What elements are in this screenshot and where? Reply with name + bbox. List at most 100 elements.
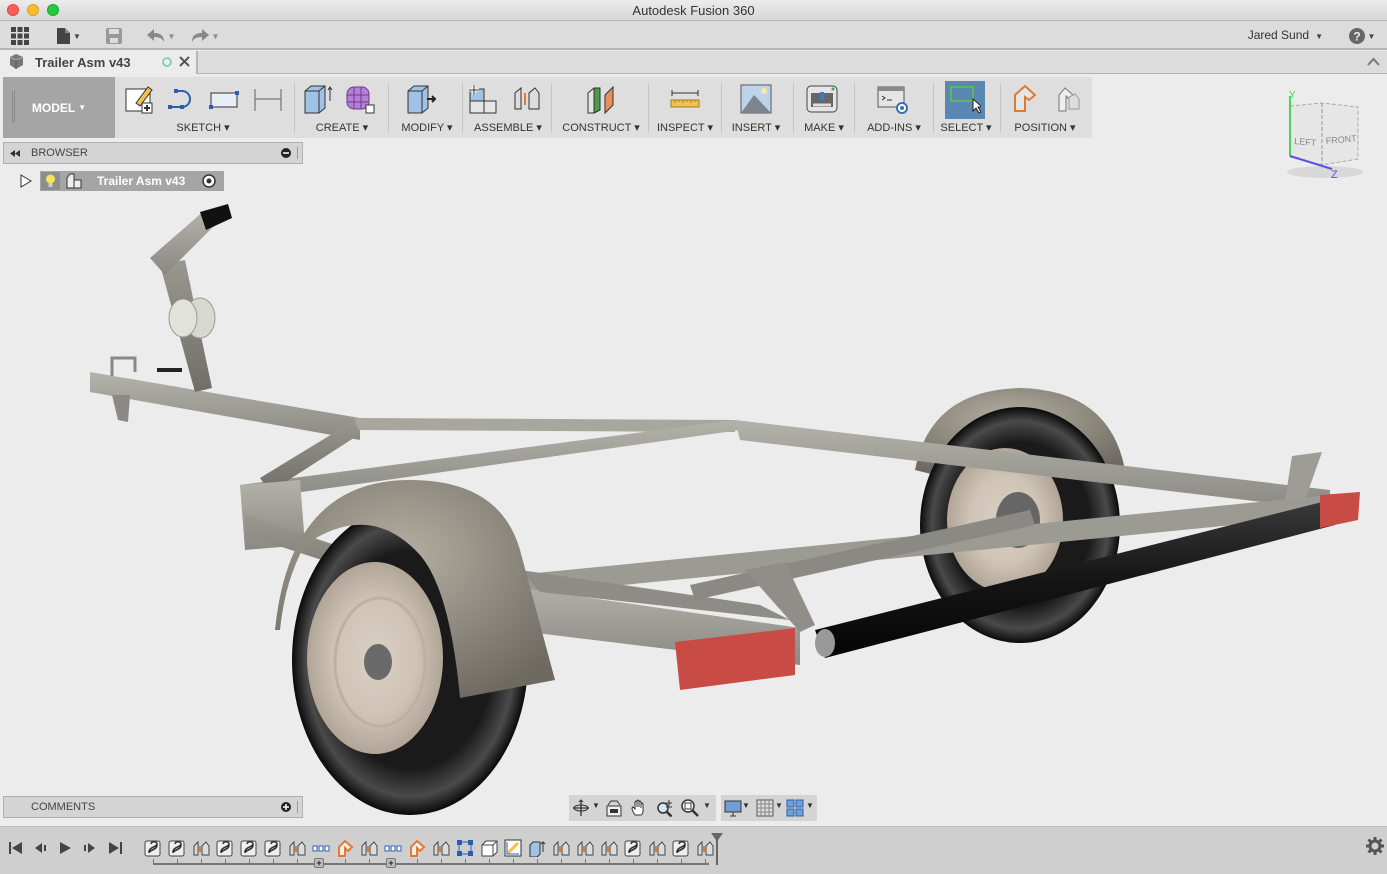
look-at-icon[interactable] — [605, 799, 623, 817]
close-icon[interactable] — [179, 56, 190, 67]
collapse-toolbar-icon[interactable] — [1367, 57, 1380, 66]
measure-icon[interactable] — [669, 83, 701, 115]
timeline-joint-icon[interactable] — [144, 839, 162, 857]
viewports-dropdown[interactable]: ▼ — [806, 801, 814, 810]
timeline-as-built-group-icon[interactable] — [312, 839, 330, 857]
capture-position-icon[interactable] — [1009, 83, 1041, 115]
go-to-start-icon[interactable] — [8, 840, 24, 856]
timeline-as-built-group-icon[interactable] — [384, 839, 402, 857]
rectangle-icon[interactable] — [208, 83, 240, 115]
collapse-panel-icon[interactable] — [10, 150, 20, 157]
timeline-rigid-group-icon[interactable] — [288, 839, 306, 857]
create-sketch-icon[interactable] — [124, 83, 156, 115]
make-menu[interactable]: MAKE ▾ — [796, 121, 852, 134]
timeline-joint-icon[interactable] — [624, 839, 642, 857]
timeline-joint-icon[interactable] — [216, 839, 234, 857]
sketch-menu[interactable]: SKETCH ▾ — [118, 121, 288, 134]
add-ins-menu[interactable]: ADD-INS ▾ — [857, 121, 931, 134]
toolbar-grip[interactable] — [12, 91, 15, 123]
timeline-box-icon[interactable] — [480, 839, 498, 857]
offset-plane-icon[interactable] — [585, 83, 617, 115]
step-forward-icon[interactable] — [82, 840, 98, 856]
data-panel-button[interactable] — [10, 25, 30, 47]
timeline-rigid-group-icon[interactable] — [432, 839, 450, 857]
panel-resize-grip[interactable] — [297, 801, 298, 813]
3d-print-icon[interactable] — [806, 83, 838, 115]
new-component-icon[interactable] — [467, 83, 499, 115]
play-icon[interactable] — [57, 840, 73, 856]
display-dropdown[interactable]: ▼ — [742, 801, 750, 810]
expand-triangle-icon[interactable] — [20, 174, 32, 188]
viewports-icon[interactable] — [786, 799, 804, 817]
form-icon[interactable] — [344, 83, 376, 115]
help-button[interactable]: ? ▼ — [1346, 25, 1378, 47]
press-pull-icon[interactable] — [405, 83, 437, 115]
insert-image-icon[interactable] — [740, 83, 772, 115]
timeline-joint-icon[interactable] — [264, 839, 282, 857]
timeline-rigid-group-icon[interactable] — [576, 839, 594, 857]
file-menu-button[interactable]: ▼ — [54, 25, 84, 47]
browser-panel-header[interactable]: BROWSER — [3, 142, 303, 164]
revert-position-icon[interactable] — [1051, 83, 1083, 115]
arc-icon[interactable] — [166, 83, 198, 115]
timeline-pattern-icon[interactable] — [456, 839, 474, 857]
document-tab[interactable]: Trailer Asm v43 — [0, 51, 198, 74]
undo-button[interactable]: ▼ — [145, 25, 177, 47]
create-menu[interactable]: CREATE ▾ — [298, 121, 386, 134]
extrude-icon[interactable] — [302, 83, 334, 115]
go-to-end-icon[interactable] — [107, 840, 123, 856]
display-settings-icon[interactable] — [724, 799, 742, 817]
user-account-menu[interactable]: Jared Sund ▼ — [1248, 28, 1323, 42]
expand-group-button[interactable]: + — [386, 858, 396, 868]
joint-icon[interactable] — [511, 83, 543, 115]
zoom-icon[interactable] — [656, 799, 674, 817]
visibility-toggle[interactable] — [41, 172, 60, 190]
zoom-dropdown[interactable]: ▼ — [703, 801, 711, 810]
grid-dropdown[interactable]: ▼ — [775, 801, 783, 810]
3d-viewport[interactable] — [0, 138, 1387, 826]
timeline-rigid-group-icon[interactable] — [600, 839, 618, 857]
timeline-rigid-group-icon[interactable] — [648, 839, 666, 857]
step-back-icon[interactable] — [32, 840, 48, 856]
viewcube[interactable]: Y Z LEFT FRONT — [1280, 88, 1370, 183]
select-tool-active[interactable] — [945, 81, 985, 119]
timeline-rigid-group-icon[interactable] — [360, 839, 378, 857]
inspect-menu[interactable]: INSPECT ▾ — [651, 121, 719, 134]
expand-group-button[interactable]: + — [314, 858, 324, 868]
activate-component-icon[interactable] — [202, 174, 216, 188]
orbit-dropdown[interactable]: ▼ — [592, 801, 600, 810]
minimize-panel-icon[interactable] — [281, 148, 291, 158]
redo-button[interactable]: ▼ — [189, 25, 221, 47]
modify-menu[interactable]: MODIFY ▾ — [391, 121, 463, 134]
add-comment-icon[interactable] — [281, 802, 291, 812]
dimension-icon[interactable] — [252, 83, 284, 115]
insert-menu[interactable]: INSERT ▾ — [724, 121, 788, 134]
assemble-menu[interactable]: ASSEMBLE ▾ — [465, 121, 551, 134]
timeline-joint-icon[interactable] — [168, 839, 186, 857]
timeline-move-icon[interactable] — [408, 839, 426, 857]
timeline-extrude-icon[interactable] — [528, 839, 546, 857]
timeline-rigid-group-icon[interactable] — [192, 839, 210, 857]
timeline-joint-icon[interactable] — [240, 839, 258, 857]
workspace-switcher[interactable]: MODEL ▼ — [3, 77, 115, 138]
grid-snap-icon[interactable] — [756, 799, 774, 817]
position-menu[interactable]: POSITION ▾ — [1003, 121, 1087, 134]
viewcube-left-face[interactable]: LEFT — [1294, 136, 1317, 148]
timeline-sketch-icon[interactable] — [504, 839, 522, 857]
construct-menu[interactable]: CONSTRUCT ▾ — [554, 121, 648, 134]
panel-resize-grip[interactable] — [297, 147, 298, 159]
timeline-settings-icon[interactable] — [1366, 837, 1384, 855]
select-menu[interactable]: SELECT ▾ — [936, 121, 996, 134]
orbit-icon[interactable] — [572, 799, 590, 817]
comments-panel-header[interactable]: COMMENTS — [3, 796, 303, 818]
save-button[interactable] — [105, 25, 123, 47]
timeline-marker[interactable] — [711, 833, 723, 865]
pan-icon[interactable] — [630, 799, 648, 817]
root-component-node[interactable]: Trailer Asm v43 — [40, 171, 224, 191]
fit-icon[interactable] — [681, 799, 699, 817]
browser-tree-root[interactable]: Trailer Asm v43 — [18, 171, 228, 191]
timeline-rigid-group-icon[interactable] — [552, 839, 570, 857]
timeline-joint-icon[interactable] — [672, 839, 690, 857]
timeline-move-icon[interactable] — [336, 839, 354, 857]
scripts-addins-icon[interactable] — [877, 83, 909, 115]
